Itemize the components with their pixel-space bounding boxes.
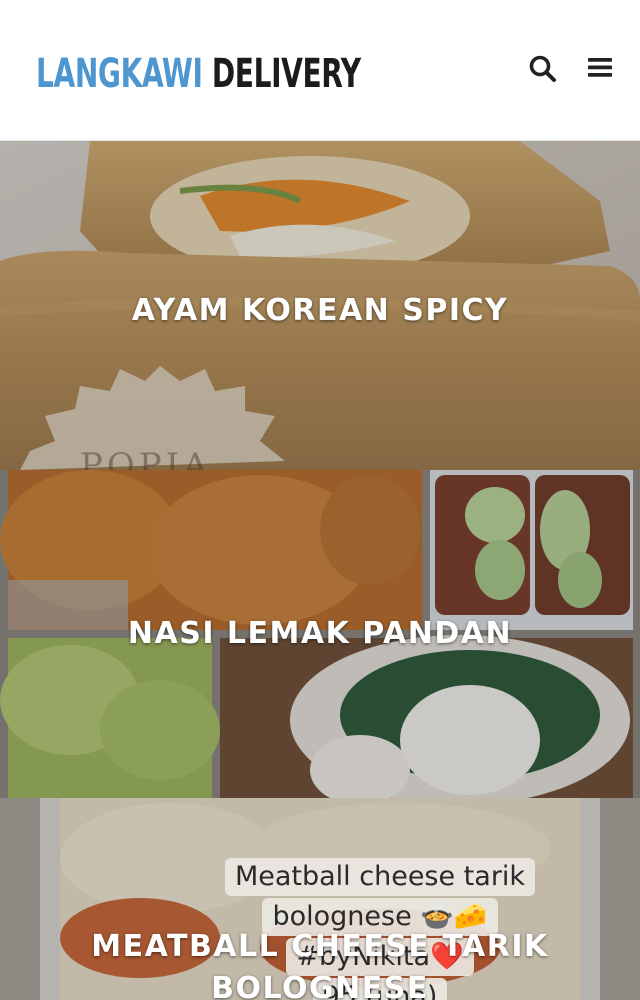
photo-watermark: POPIA bbox=[80, 446, 212, 470]
site-logo[interactable]: LANGKAWI DELIVERY bbox=[36, 48, 361, 100]
search-icon bbox=[529, 55, 556, 82]
tile-title[interactable]: NASI LEMAK PANDAN bbox=[0, 614, 640, 654]
hamburger-menu-icon bbox=[588, 58, 612, 77]
menu-tiles: POPIA AYAM KOREAN SPICY NASI LEMAK PANDA… bbox=[0, 141, 640, 1000]
tile-title[interactable]: MEATBALL CHEESE TARIK BOLOGNESE bbox=[0, 926, 640, 1000]
tile-title-line: BOLOGNESE bbox=[211, 971, 429, 1000]
site-header: LANGKAWI DELIVERY bbox=[0, 0, 640, 141]
tile-nasi-lemak-pandan[interactable]: NASI LEMAK PANDAN bbox=[0, 470, 640, 798]
photo-caption-line: Meatball cheese tarik bbox=[224, 858, 536, 896]
logo-text-delivery: DELIVERY bbox=[211, 51, 361, 97]
tile-ayam-korean-spicy[interactable]: POPIA AYAM KOREAN SPICY bbox=[0, 141, 640, 470]
logo-text-langkawi: LANGKAWI bbox=[36, 51, 203, 97]
search-button[interactable] bbox=[526, 52, 560, 86]
tile-meatball-cheese-tarik-bolognese[interactable]: Meatball cheese tarik bolognese 🍲🧀 #byNi… bbox=[0, 798, 640, 1000]
menu-button[interactable] bbox=[584, 52, 618, 86]
tile-title[interactable]: AYAM KOREAN SPICY bbox=[0, 291, 640, 331]
tile-title-line: MEATBALL CHEESE TARIK bbox=[91, 929, 549, 964]
